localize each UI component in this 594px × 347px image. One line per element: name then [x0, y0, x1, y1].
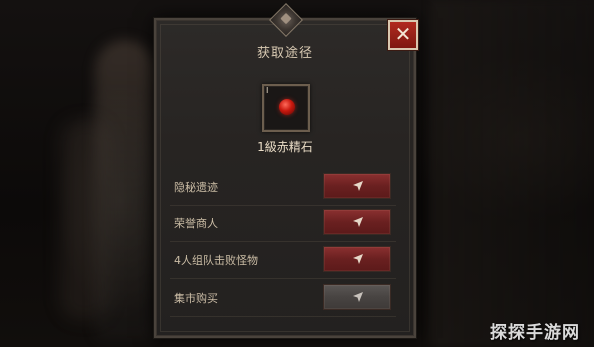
- item-slot[interactable]: Ⅰ: [262, 84, 310, 132]
- source-row-hidden-ruins: 隐秘遗迹: [170, 171, 396, 206]
- go-button-honor-merchant[interactable]: [323, 209, 391, 235]
- source-label: 隐秘遗迹: [174, 181, 218, 194]
- navigate-arrow-icon: [353, 254, 363, 264]
- navigate-arrow-icon: [353, 217, 363, 227]
- source-label: 集市购买: [174, 292, 218, 305]
- dialog-title: 获取途径: [256, 46, 313, 61]
- background-right-shade: [430, 0, 594, 347]
- source-row-team-monster: 4人组队击败怪物: [170, 244, 396, 279]
- source-row-market: 集市购买: [170, 282, 396, 317]
- item-name: 1級赤精石: [257, 140, 313, 154]
- go-button-team-monster[interactable]: [323, 246, 391, 272]
- site-watermark: 探探手游网: [490, 323, 580, 343]
- background-character: [95, 40, 155, 340]
- go-button-hidden-ruins[interactable]: [323, 173, 391, 199]
- go-button-market[interactable]: [323, 284, 391, 310]
- navigate-arrow-icon: [353, 181, 363, 191]
- source-label: 荣誉商人: [174, 217, 218, 230]
- navigate-arrow-icon: [353, 292, 363, 302]
- red-gem-icon: [279, 99, 295, 115]
- source-row-honor-merchant: 荣誉商人: [170, 207, 396, 242]
- item-level-badge: Ⅰ: [266, 86, 269, 95]
- source-label: 4人组队击败怪物: [174, 254, 258, 267]
